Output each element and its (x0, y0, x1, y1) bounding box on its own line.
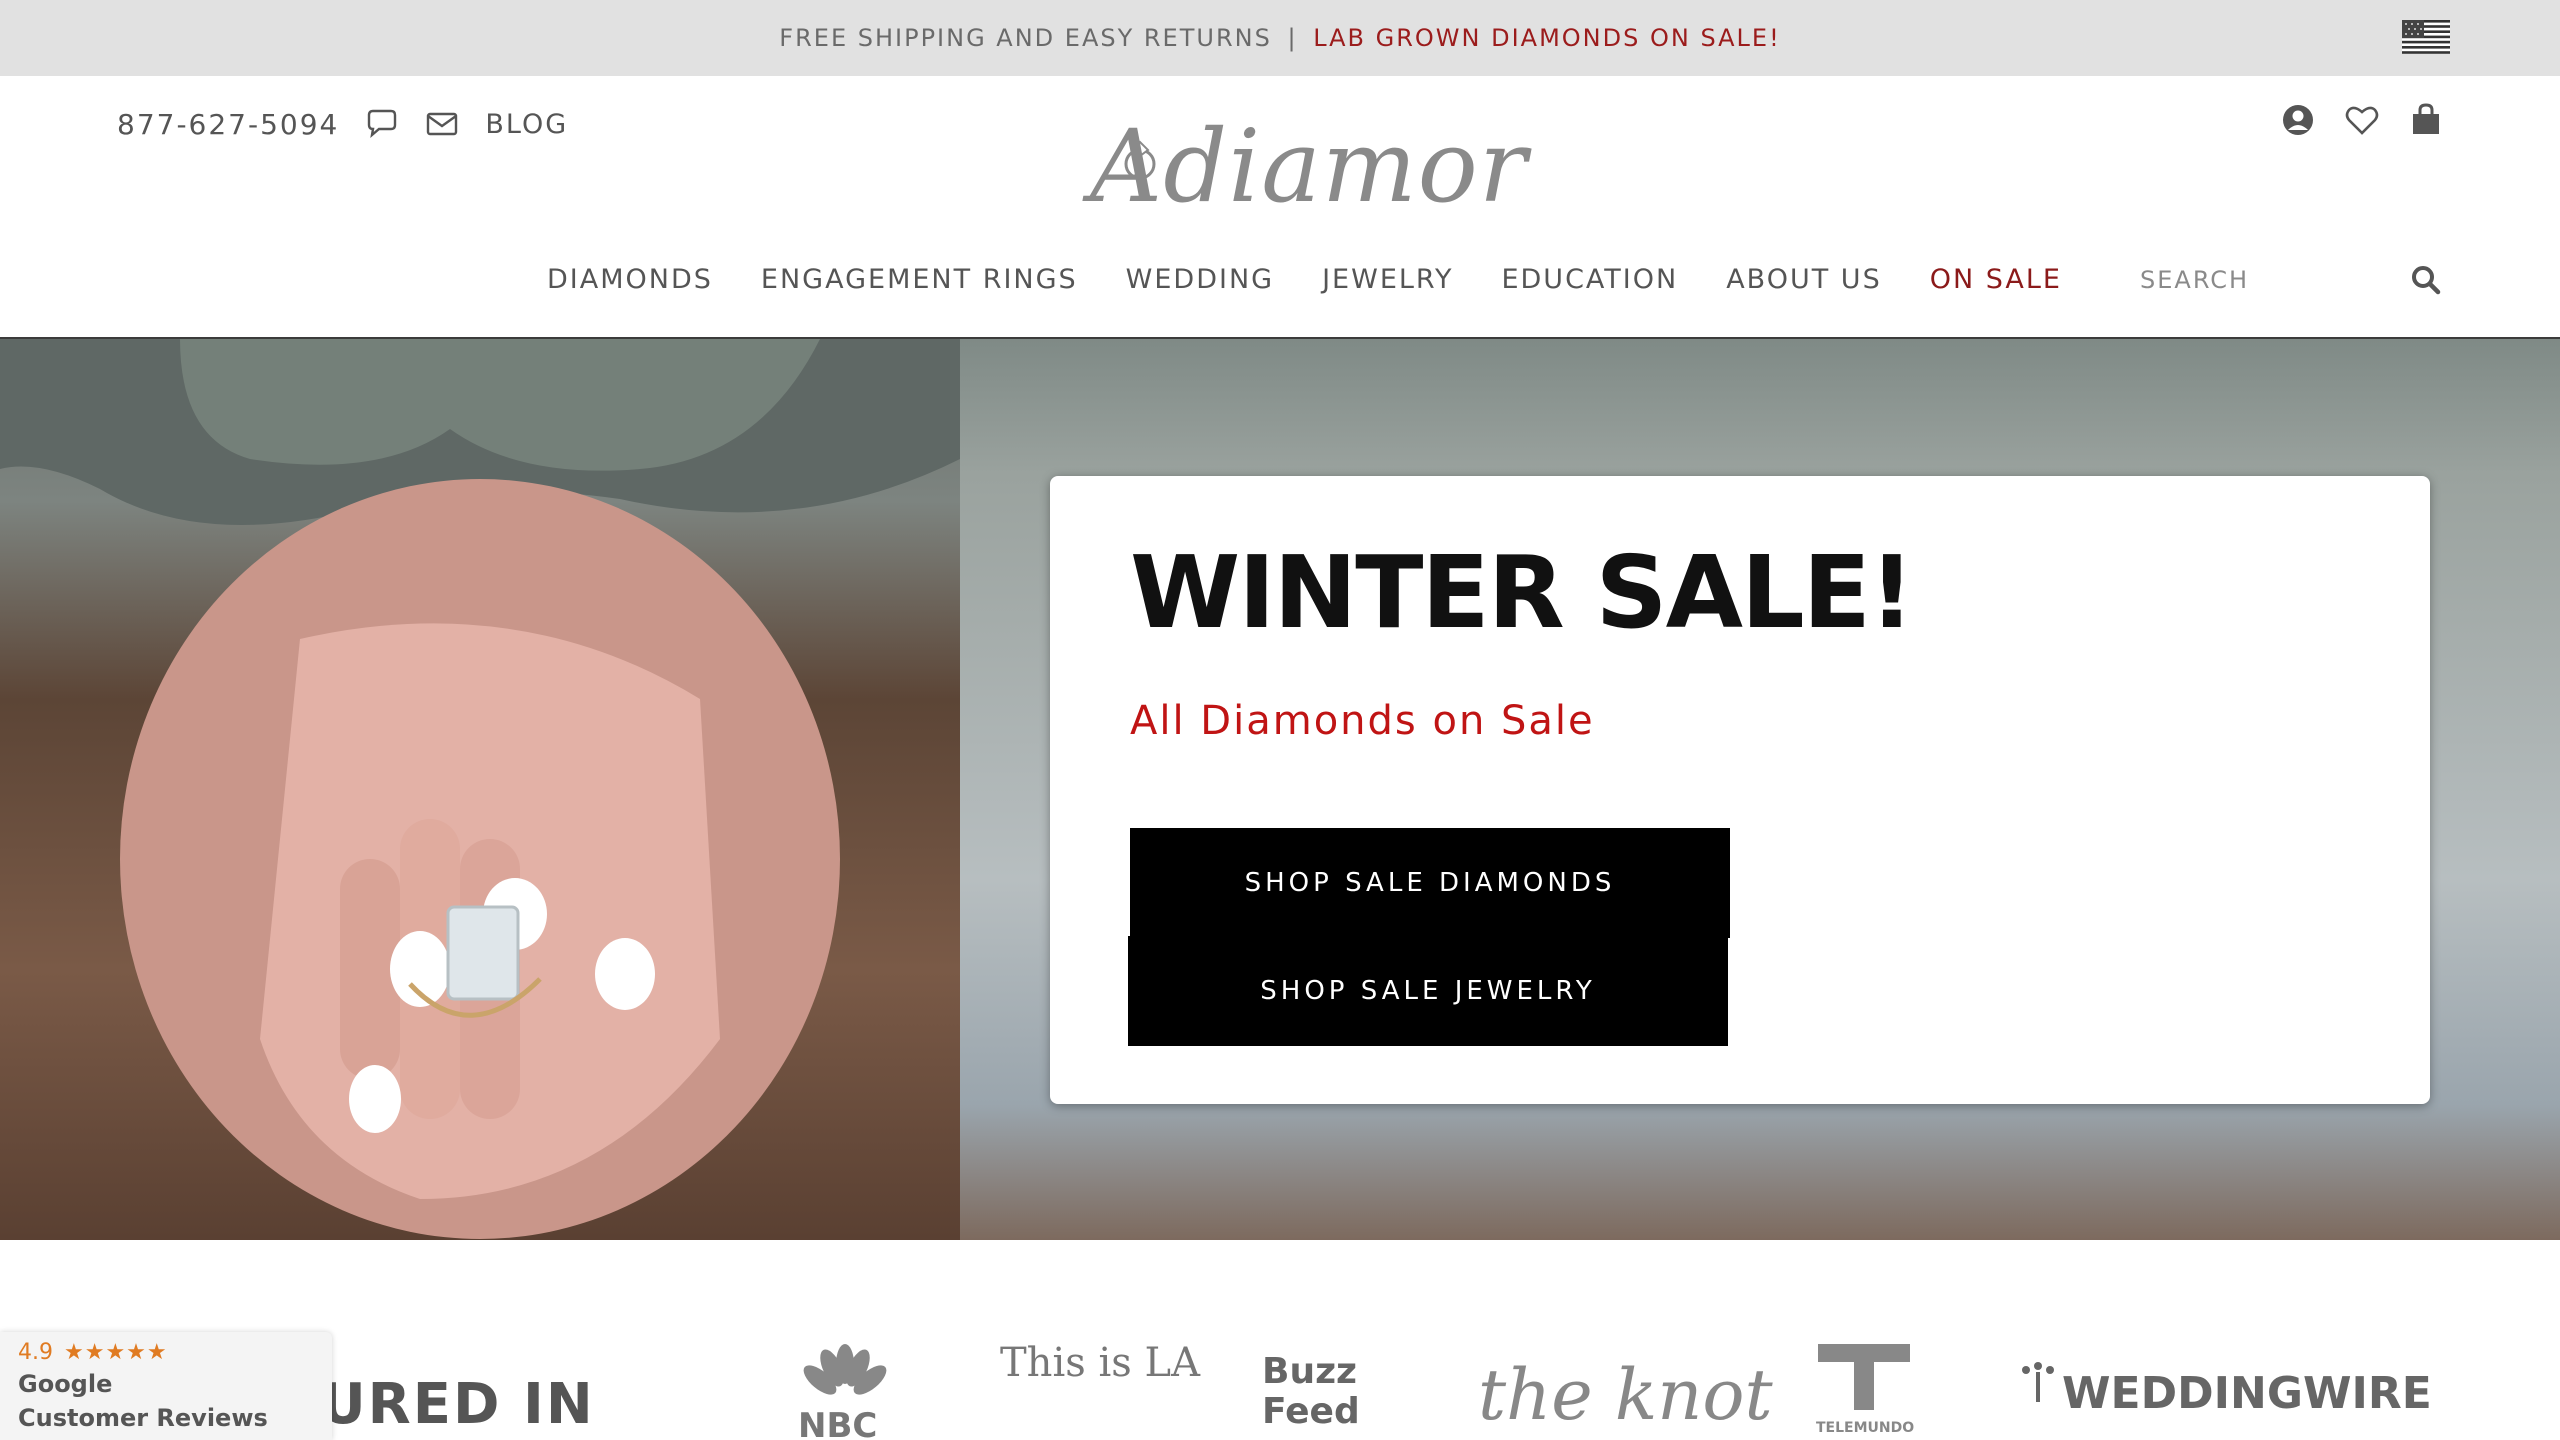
promo-text: FREE SHIPPING AND EASY RETURNS | LAB GRO… (0, 24, 2560, 52)
heart-icon[interactable] (2344, 102, 2380, 138)
sale-title: WINTER SALE! (1130, 534, 1915, 651)
mail-icon[interactable] (425, 107, 459, 141)
google-rating: 4.9 ★★★★★ (18, 1340, 168, 1365)
nav-education[interactable]: EDUCATION (1501, 264, 1678, 295)
promo-sale-link[interactable]: LAB GROWN DIAMONDS ON SALE! (1313, 24, 1781, 52)
this-is-la-logo-text: This is LA (1000, 1340, 1200, 1386)
utility-icons (2280, 102, 2444, 138)
chat-icon[interactable] (365, 107, 399, 141)
buzzfeed-logo-text: Buzz Feed (1262, 1351, 1360, 1432)
nav-about-us[interactable]: ABOUT US (1726, 264, 1882, 295)
search-icon[interactable] (2410, 264, 2442, 296)
hero-image-left (0, 339, 960, 1240)
blog-link[interactable]: BLOG (485, 109, 568, 140)
main-nav: DIAMONDS ENGAGEMENT RINGS WEDDING JEWELR… (547, 264, 2062, 295)
search-box (2120, 256, 2450, 304)
search-input[interactable] (2140, 262, 2400, 298)
google-stars: ★★★★★ (64, 1340, 168, 1365)
logo-wordmark: Adiamor (1090, 108, 1528, 225)
shop-sale-jewelry-button[interactable]: SHOP SALE JEWELRY (1128, 936, 1728, 1046)
contact-bar: 877-627-5094 BLOG (117, 104, 568, 144)
promo-separator: | (1287, 24, 1298, 52)
google-reviews-badge[interactable]: 4.9 ★★★★★ Google Customer Reviews (0, 1332, 332, 1440)
google-brand: Google (18, 1370, 113, 1398)
telemundo-logo: TELEMUNDO (1814, 1340, 1914, 1440)
hero-banner: WINTER SALE! All Diamonds on Sale SHOP S… (0, 339, 2560, 1240)
us-flag-icon[interactable] (2402, 20, 2450, 54)
adiamor-logo[interactable]: Adiamor (1060, 108, 1527, 234)
account-icon[interactable] (2280, 102, 2316, 138)
nav-on-sale[interactable]: ON SALE (1930, 264, 2062, 295)
google-rating-value: 4.9 (18, 1340, 53, 1365)
shop-sale-diamonds-button[interactable]: SHOP SALE DIAMONDS (1130, 828, 1730, 938)
telemundo-logo-text: TELEMUNDO (1816, 1420, 1915, 1436)
weddingwire-logo-text: WEDDINGWIRE (2062, 1368, 2432, 1419)
site-header: 877-627-5094 BLOG Adiamor DIAMONDS ENGAG… (0, 76, 2560, 339)
nav-wedding[interactable]: WEDDING (1126, 264, 1274, 295)
promo-message: FREE SHIPPING AND EASY RETURNS (779, 24, 1272, 52)
shopping-bag-icon[interactable] (2408, 102, 2444, 138)
the-knot-logo-text: the knot (1478, 1354, 1773, 1436)
nbc-logo: NBC (790, 1340, 900, 1440)
nav-diamonds[interactable]: DIAMONDS (547, 264, 713, 295)
google-reviews-label: Customer Reviews (18, 1404, 268, 1432)
promo-bar: FREE SHIPPING AND EASY RETURNS | LAB GRO… (0, 0, 2560, 76)
sale-card: WINTER SALE! All Diamonds on Sale SHOP S… (1050, 476, 2430, 1104)
phone-number[interactable]: 877-627-5094 (117, 108, 339, 141)
nav-engagement-rings[interactable]: ENGAGEMENT RINGS (761, 264, 1078, 295)
featured-in-section: TURED IN NBC This is LA Buzz Feed the kn… (0, 1240, 2560, 1440)
nav-jewelry[interactable]: JEWELRY (1322, 264, 1453, 295)
sale-subtitle: All Diamonds on Sale (1130, 698, 1595, 744)
nbc-logo-text: NBC (798, 1406, 878, 1440)
